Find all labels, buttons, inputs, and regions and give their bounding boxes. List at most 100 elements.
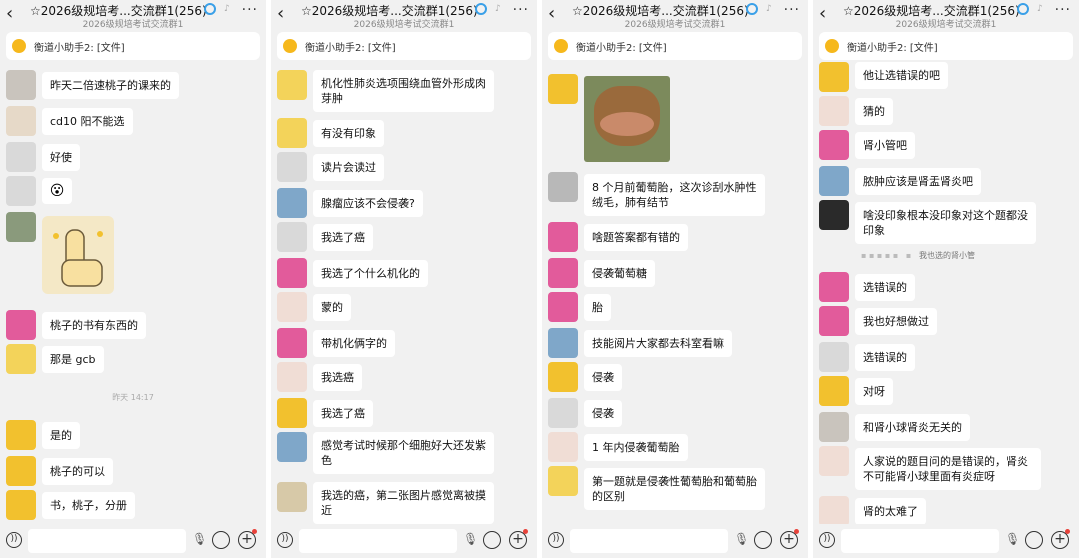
avatar[interactable] (277, 362, 307, 392)
message-input[interactable] (841, 529, 999, 553)
message-input[interactable] (570, 529, 728, 553)
message-input[interactable] (28, 529, 186, 553)
avatar[interactable] (548, 172, 578, 202)
message-bubble[interactable]: 侵袭葡萄糖 (584, 260, 655, 287)
avatar[interactable] (548, 328, 578, 358)
emoji-icon[interactable] (754, 531, 772, 549)
avatar[interactable] (6, 420, 36, 450)
avatar[interactable] (6, 344, 36, 374)
message-bubble[interactable]: 啥题答案都有错的 (584, 224, 688, 251)
message-bubble[interactable]: 蒙的 (313, 294, 351, 321)
voice-toggle-icon[interactable]: )) (819, 532, 835, 548)
microphone-icon[interactable]: 🎙 (734, 532, 749, 546)
avatar[interactable] (6, 142, 36, 172)
message-bubble[interactable]: 对呀 (855, 378, 893, 405)
message-bubble[interactable]: 我选了个什么机化的 (313, 260, 428, 287)
quoted-reply[interactable]: ▪ ▪ ▪ ▪ ▪ ▪ 我也选的肾小管 (861, 250, 975, 261)
message-bubble[interactable]: 机化性肺炎选项围绕血管外形成肉芽肿 (313, 70, 494, 112)
more-options-icon[interactable]: ··· (1055, 2, 1071, 18)
emoji-icon[interactable] (1025, 531, 1043, 549)
message-bubble[interactable]: 他让选错误的吧 (855, 62, 948, 89)
avatar[interactable] (6, 456, 36, 486)
avatar[interactable] (6, 176, 36, 206)
more-options-icon[interactable]: ··· (513, 2, 529, 18)
message-bubble[interactable]: 肾的太难了 (855, 498, 926, 525)
avatar[interactable] (277, 70, 307, 100)
pinned-notice[interactable]: 衡道小助手2: [文件] (819, 32, 1073, 60)
avatar[interactable] (819, 306, 849, 336)
message-bubble[interactable]: 胎 (584, 294, 611, 321)
message-bubble[interactable]: 1 年内侵袭葡萄胎 (584, 434, 688, 461)
pinned-notice[interactable]: 衡道小助手2: [文件] (548, 32, 802, 60)
emoji-icon[interactable] (483, 531, 501, 549)
message-bubble[interactable]: 肾小管吧 (855, 132, 915, 159)
voice-toggle-icon[interactable]: )) (6, 532, 22, 548)
avatar[interactable] (548, 222, 578, 252)
message-bubble[interactable]: 和肾小球肾炎无关的 (855, 414, 970, 441)
message-bubble[interactable]: 书，桃子，分册 (42, 492, 135, 519)
message-bubble[interactable]: 选错误的 (855, 344, 915, 371)
avatar[interactable] (6, 106, 36, 136)
avatar[interactable] (819, 446, 849, 476)
message-bubble[interactable]: 桃子的书有东西的 (42, 312, 146, 339)
avatar[interactable] (6, 310, 36, 340)
message-bubble[interactable]: 带机化俩字的 (313, 330, 395, 357)
thumbs-up-sticker[interactable] (42, 216, 114, 294)
message-bubble[interactable]: 啥没印象根本没印象对这个题都没印象 (855, 202, 1036, 244)
message-bubble[interactable]: 腺瘤应该不会侵袭? (313, 190, 423, 217)
avatar[interactable] (277, 398, 307, 428)
avatar[interactable] (819, 376, 849, 406)
message-bubble[interactable]: 8 个月前葡萄胎，这次诊刮水肿性绒毛，肺有结节 (584, 174, 765, 216)
message-bubble[interactable]: 第一题就是侵袭性葡萄胎和葡萄胎的区别 (584, 468, 765, 510)
avatar[interactable] (277, 258, 307, 288)
avatar[interactable] (277, 482, 307, 512)
voice-toggle-icon[interactable]: )) (548, 532, 564, 548)
avatar[interactable] (6, 70, 36, 100)
message-bubble[interactable]: 我选癌 (313, 364, 362, 391)
message-bubble[interactable]: 我选的癌，第二张图片感觉离被摸近 (313, 482, 494, 524)
message-bubble[interactable]: 脓肿应该是肾盂肾炎吧 (855, 168, 981, 195)
avatar[interactable] (6, 490, 36, 520)
avatar[interactable] (277, 152, 307, 182)
avatar[interactable] (819, 96, 849, 126)
message-input[interactable] (299, 529, 457, 553)
message-bubble[interactable]: 技能阅片大家都去科室看嘛 (584, 330, 732, 357)
message-bubble[interactable]: 侵袭 (584, 400, 622, 427)
avatar[interactable] (548, 258, 578, 288)
avatar[interactable] (6, 212, 36, 242)
message-bubble[interactable]: 人家说的题目问的是错误的，肾炎不可能肾小球里面有炎症呀 (855, 448, 1041, 490)
microphone-icon[interactable]: 🎙 (192, 532, 207, 546)
avatar[interactable] (277, 432, 307, 462)
avatar[interactable] (548, 432, 578, 462)
message-bubble[interactable]: 好使 (42, 144, 80, 171)
message-bubble[interactable]: 猜的 (855, 98, 893, 125)
avatar[interactable] (548, 292, 578, 322)
avatar[interactable] (277, 118, 307, 148)
avatar[interactable] (819, 412, 849, 442)
avatar[interactable] (548, 398, 578, 428)
message-bubble[interactable]: 侵袭 (584, 364, 622, 391)
more-options-icon[interactable]: ··· (242, 2, 258, 18)
emoji-icon[interactable] (212, 531, 230, 549)
avatar[interactable] (277, 222, 307, 252)
avatar[interactable] (277, 292, 307, 322)
message-bubble[interactable]: 感觉考试时候那个细胞好大还发紫色 (313, 432, 494, 474)
avatar[interactable] (819, 130, 849, 160)
avatar[interactable] (819, 496, 849, 526)
avatar[interactable] (819, 200, 849, 230)
microphone-icon[interactable]: 🎙 (463, 532, 478, 546)
pinned-notice[interactable]: 衡道小助手2: [文件] (277, 32, 531, 60)
avatar[interactable] (819, 62, 849, 92)
message-bubble[interactable]: 昨天二倍速桃子的课来的 (42, 72, 179, 99)
avatar[interactable] (548, 466, 578, 496)
avatar[interactable] (277, 328, 307, 358)
more-options-icon[interactable]: ··· (784, 2, 800, 18)
message-bubble[interactable]: 读片会读过 (313, 154, 384, 181)
message-bubble[interactable]: 那是 gcb (42, 346, 104, 373)
message-bubble[interactable]: 选错误的 (855, 274, 915, 301)
message-bubble[interactable]: 有没有印象 (313, 120, 384, 147)
avatar[interactable] (819, 342, 849, 372)
pinned-notice[interactable]: 衡道小助手2: [文件] (6, 32, 260, 60)
avatar[interactable] (277, 188, 307, 218)
avatar[interactable] (819, 272, 849, 302)
